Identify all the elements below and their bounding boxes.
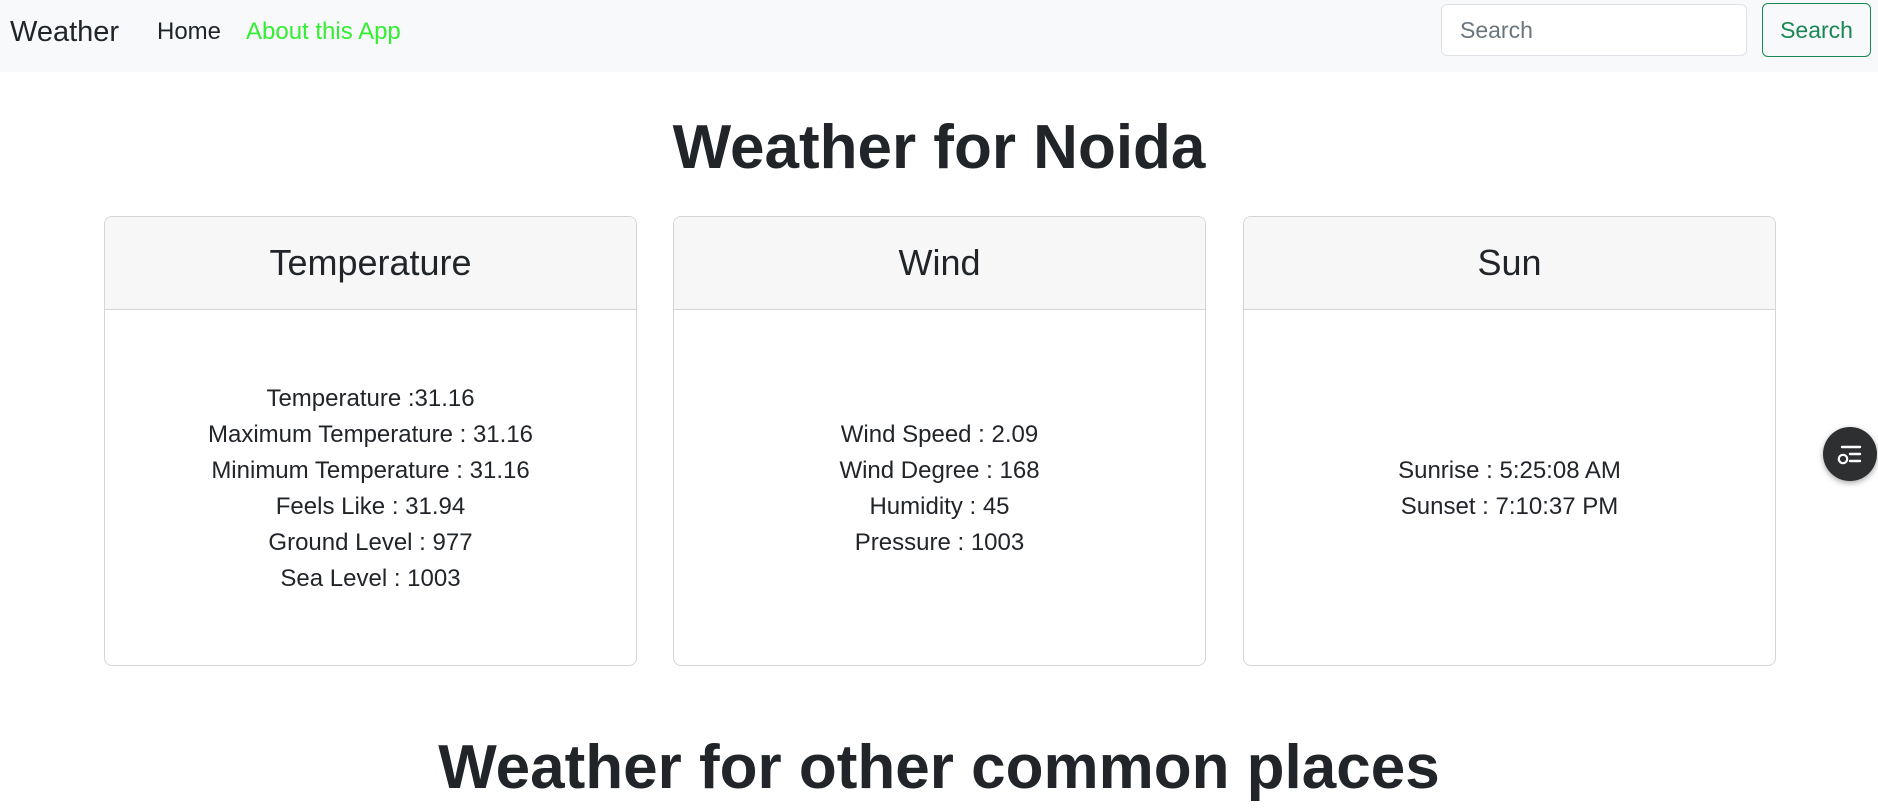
max-temperature-value: Maximum Temperature : 31.16 [207,420,534,448]
sidebar-list-icon [1837,445,1862,465]
sunset-value: Sunset : 7:10:37 PM [1400,492,1619,520]
page-title: Weather for Noida [672,113,1206,182]
navbar-brand[interactable]: Weather [10,14,119,50]
card-header: Temperature [105,217,636,310]
sunrise-value: Sunrise : 5:25:08 AM [1398,456,1621,484]
ground-level-value: Ground Level : 977 [268,528,473,556]
nav-link-about[interactable]: About this App [246,16,401,48]
pressure-value: Pressure : 1003 [854,528,1025,556]
temperature-card: Temperature Temperature :31.16 Maximum T… [104,216,637,666]
card-body: Sunrise : 5:25:08 AM Sunset : 7:10:37 PM [1244,310,1775,665]
search-button[interactable]: Search [1762,3,1871,57]
card-body: Wind Speed : 2.09 Wind Degree : 168 Humi… [674,310,1205,665]
floating-action-button[interactable] [1823,427,1877,481]
nav-link-home[interactable]: Home [157,16,221,48]
navbar: Weather Home About this App Search [0,0,1878,72]
humidity-value: Humidity : 45 [869,492,1010,520]
temperature-value: Temperature :31.16 [266,384,475,412]
card-body: Temperature :31.16 Maximum Temperature :… [105,310,636,665]
wind-degree-value: Wind Degree : 168 [839,456,1040,484]
card-header: Sun [1244,217,1775,310]
other-places-heading: Weather for other common places [438,733,1440,802]
search-input[interactable] [1441,4,1747,56]
sun-card: Sun Sunrise : 5:25:08 AM Sunset : 7:10:3… [1243,216,1776,666]
wind-speed-value: Wind Speed : 2.09 [840,420,1039,448]
wind-card: Wind Wind Speed : 2.09 Wind Degree : 168… [673,216,1206,666]
min-temperature-value: Minimum Temperature : 31.16 [211,456,530,484]
sea-level-value: Sea Level : 1003 [280,564,461,592]
card-header: Wind [674,217,1205,310]
feels-like-value: Feels Like : 31.94 [275,492,466,520]
